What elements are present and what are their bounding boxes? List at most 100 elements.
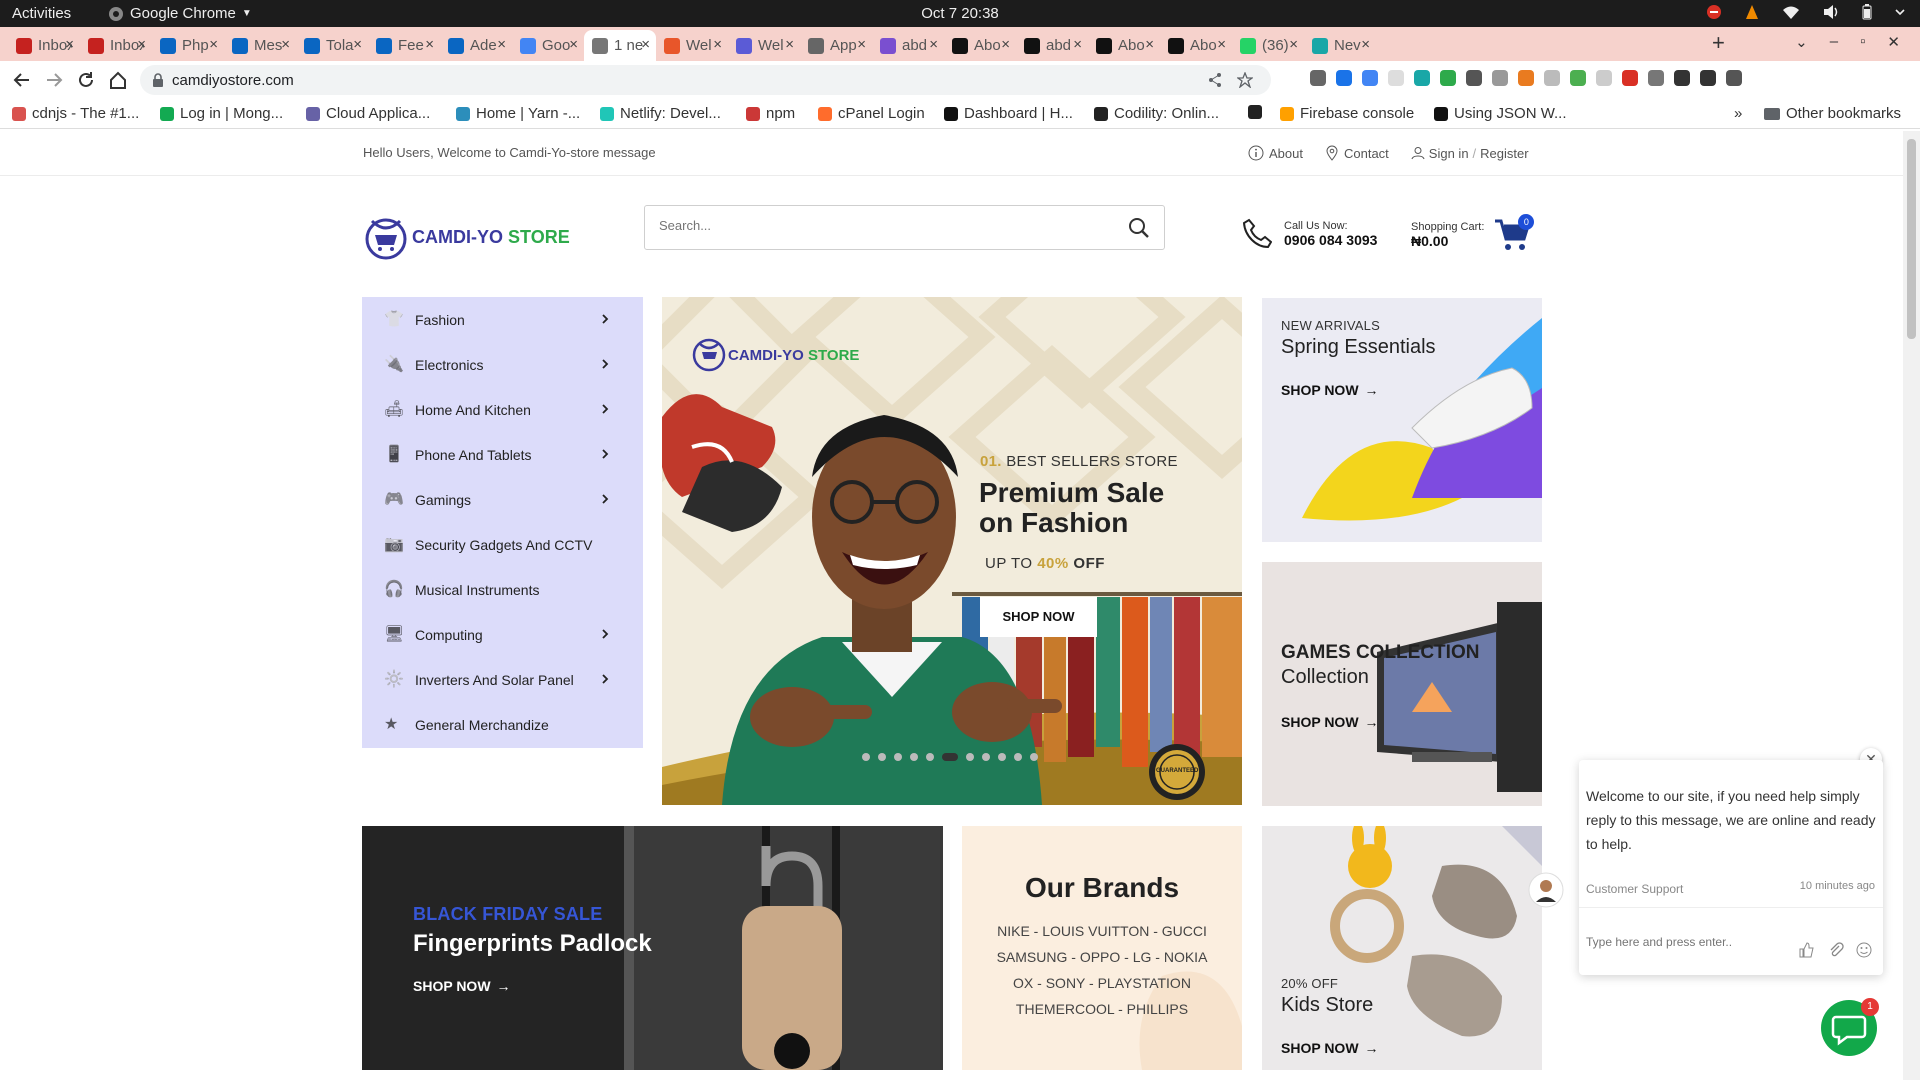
close-window-button[interactable]: ✕ — [1887, 33, 1900, 51]
close-tab-icon[interactable]: × — [569, 36, 578, 53]
close-tab-icon[interactable]: × — [641, 36, 650, 53]
slider-dot[interactable] — [998, 753, 1006, 761]
category-musical-instruments[interactable]: 🎧 Musical Instruments — [362, 567, 643, 612]
hero-slider[interactable]: CAMDI-YO STORE 01. BEST SELLERS STORE Pr… — [662, 297, 1242, 805]
extension-icon-1[interactable] — [1336, 70, 1352, 86]
close-tab-icon[interactable]: × — [281, 36, 290, 53]
extension-icon-7[interactable] — [1492, 70, 1508, 86]
activities-button[interactable]: Activities — [12, 5, 71, 22]
bookmark-star-icon[interactable] — [1237, 72, 1253, 88]
category-gamings[interactable]: 🎮 Gamings — [362, 477, 643, 522]
bookmark-item-7[interactable]: Dashboard | H... — [944, 105, 1073, 122]
close-tab-icon[interactable]: × — [1073, 36, 1082, 53]
search-icon[interactable] — [1128, 217, 1150, 239]
tab-14[interactable]: abd × — [1016, 30, 1088, 61]
extension-icon-3[interactable] — [1388, 70, 1404, 86]
banner-spring-essentials[interactable]: NEW ARRIVALS Spring Essentials SHOP NOW → — [1262, 298, 1542, 542]
shopping-cart[interactable]: Shopping Cart: ₦0.00 0 — [1411, 214, 1535, 252]
extension-icon-10[interactable] — [1570, 70, 1586, 86]
bookmark-item-3[interactable]: Home | Yarn -... — [456, 105, 580, 122]
new-tab-button[interactable]: + — [1712, 30, 1725, 56]
close-tab-icon[interactable]: × — [857, 36, 866, 53]
tab-12[interactable]: abd × — [872, 30, 944, 61]
system-tray[interactable] — [1706, 4, 1906, 20]
category-security-gadgets-and-cctv[interactable]: 📷 Security Gadgets And CCTV — [362, 522, 643, 567]
category-home-and-kitchen[interactable]: 🛋 Home And Kitchen — [362, 387, 643, 432]
tab-11[interactable]: App × — [800, 30, 872, 61]
tab-7[interactable]: Goo × — [512, 30, 584, 61]
extension-icon-0[interactable] — [1310, 70, 1326, 86]
tab-3[interactable]: Mes × — [224, 30, 296, 61]
site-logo[interactable]: CAMDI-YO STORE — [362, 213, 570, 261]
lock-icon[interactable] — [152, 73, 164, 87]
tab-17[interactable]: (36) × — [1232, 30, 1304, 61]
close-tab-icon[interactable]: × — [1217, 36, 1226, 53]
scrollbar-thumb[interactable] — [1907, 139, 1916, 339]
banner-fingerprint-padlock[interactable]: BLACK FRIDAY SALE Fingerprints Padlock S… — [362, 826, 943, 1070]
call-number[interactable]: 0906 084 3093 — [1284, 232, 1377, 248]
category-inverters-and-solar-panel[interactable]: 🔆 Inverters And Solar Panel — [362, 657, 643, 702]
restore-button[interactable]: ▫ — [1860, 33, 1865, 51]
slider-dot[interactable] — [966, 753, 974, 761]
about-link[interactable]: About — [1248, 145, 1303, 161]
bookmark-item-8[interactable]: Codility: Onlin... — [1094, 105, 1219, 122]
close-tab-icon[interactable]: × — [209, 36, 218, 53]
tab-16[interactable]: Abo × — [1160, 30, 1232, 61]
tab-1[interactable]: Inbox × — [80, 30, 152, 61]
signin-link[interactable]: Sign in — [1429, 146, 1469, 161]
padlock-shop-now[interactable]: SHOP NOW → — [413, 978, 511, 994]
slider-dot[interactable] — [862, 753, 870, 761]
extension-icon-12[interactable] — [1622, 70, 1638, 86]
slider-dot[interactable] — [878, 753, 886, 761]
close-tab-icon[interactable]: × — [65, 36, 74, 53]
bookmark-item-2[interactable]: Cloud Applica... — [306, 105, 430, 122]
category-phone-and-tablets[interactable]: 📱 Phone And Tablets — [362, 432, 643, 477]
banner-games-collection[interactable]: GAMES COLLECTION Collection SHOP NOW → — [1262, 562, 1542, 806]
tab-2[interactable]: Php × — [152, 30, 224, 61]
slider-dot[interactable] — [926, 753, 934, 761]
share-icon[interactable] — [1207, 72, 1223, 88]
bookmark-item-4[interactable]: Netlify: Devel... — [600, 105, 721, 122]
extension-icon-8[interactable] — [1518, 70, 1534, 86]
chat-launcher-button[interactable]: 1 — [1821, 998, 1879, 1056]
category-fashion[interactable]: 👕 Fashion — [362, 297, 643, 342]
extension-icon-2[interactable] — [1362, 70, 1378, 86]
clock[interactable]: Oct 7 20:38 — [0, 5, 1920, 22]
slider-dot[interactable] — [894, 753, 902, 761]
slider-dot[interactable] — [982, 753, 990, 761]
thumbs-up-icon[interactable] — [1798, 942, 1814, 958]
extension-icon-11[interactable] — [1596, 70, 1612, 86]
close-tab-icon[interactable]: × — [713, 36, 722, 53]
tab-8[interactable]: 1 ne × — [584, 30, 656, 61]
page-scrollbar[interactable] — [1903, 131, 1920, 1080]
home-icon[interactable] — [108, 70, 128, 90]
kids-shop-now[interactable]: SHOP NOW → — [1281, 1040, 1379, 1056]
forward-icon[interactable] — [44, 70, 64, 90]
app-menu[interactable]: Google Chrome ▼ — [108, 5, 252, 22]
tab-9[interactable]: Wel × — [656, 30, 728, 61]
extension-icon-5[interactable] — [1440, 70, 1456, 86]
bookmark-item-11[interactable]: Using JSON W... — [1434, 105, 1567, 122]
bookmark-item-5[interactable]: npm — [746, 105, 795, 122]
close-tab-icon[interactable]: × — [785, 36, 794, 53]
tab-search-icon[interactable]: ⌄ — [1795, 33, 1808, 51]
tab-0[interactable]: Inbox × — [8, 30, 80, 61]
emoji-icon[interactable] — [1856, 942, 1872, 958]
extension-icon-13[interactable] — [1648, 70, 1664, 86]
extension-icon-4[interactable] — [1414, 70, 1430, 86]
close-tab-icon[interactable]: × — [497, 36, 506, 53]
slider-dot[interactable] — [1030, 753, 1038, 761]
reload-icon[interactable] — [76, 70, 96, 90]
games-shop-now[interactable]: SHOP NOW → — [1281, 714, 1379, 730]
extension-icon-14[interactable] — [1674, 70, 1690, 86]
close-tab-icon[interactable]: × — [1001, 36, 1010, 53]
close-tab-icon[interactable]: × — [1145, 36, 1154, 53]
tab-13[interactable]: Abo × — [944, 30, 1016, 61]
tab-15[interactable]: Abo × — [1088, 30, 1160, 61]
bookmark-item-6[interactable]: cPanel Login — [818, 105, 925, 122]
spring-shop-now[interactable]: SHOP NOW → — [1281, 382, 1379, 398]
close-tab-icon[interactable]: × — [137, 36, 146, 53]
extension-icon-6[interactable] — [1466, 70, 1482, 86]
call-us[interactable]: Call Us Now: 0906 084 3093 — [1242, 218, 1377, 250]
bookmark-item-10[interactable]: Firebase console — [1280, 105, 1414, 122]
